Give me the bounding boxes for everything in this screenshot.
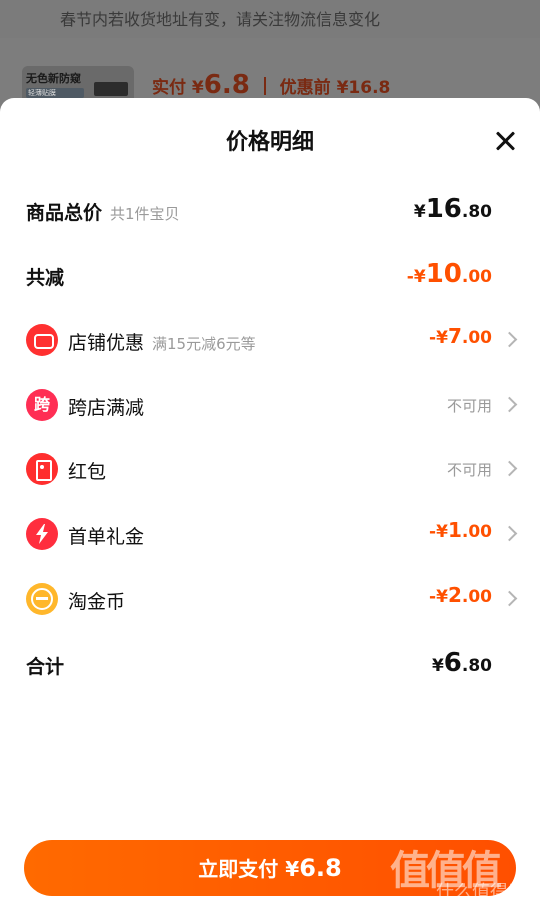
amount-integer: 2 <box>447 583 462 607</box>
taobao-coin-amount: -¥2.00 <box>429 583 492 607</box>
chevron-right-icon <box>501 590 518 607</box>
red-packet-name: 红包 <box>68 461 107 483</box>
close-icon[interactable] <box>492 128 518 154</box>
red-packet-status: 不可用 <box>446 461 492 479</box>
thumbnail-title: 无色新防窥 <box>26 72 81 85</box>
amount-decimal: .00 <box>461 267 492 287</box>
pay-currency: ¥ <box>285 857 300 881</box>
sheet-title: 价格明细 <box>225 130 314 155</box>
red-packet-row[interactable]: 红包 不可用 <box>0 443 540 499</box>
taobao-coin-name: 淘金币 <box>68 591 126 613</box>
logistics-notice-text: 春节内若收货地址有变，请关注物流信息变化 <box>60 10 381 29</box>
background-price: 实付 ¥6.8 优惠前 ¥16.8 <box>152 70 390 100</box>
amount-integer: 1 <box>447 518 462 542</box>
goods-total-amount: ¥16.80 <box>414 194 492 224</box>
currency-symbol: ¥ <box>436 587 448 607</box>
shop-discount-amount: -¥7.00 <box>429 324 492 348</box>
coin-icon <box>26 583 58 615</box>
amount-decimal: .80 <box>461 656 492 676</box>
currency-symbol: ¥ <box>431 656 444 676</box>
paid-value: 6.8 <box>203 70 250 100</box>
currency-symbol: ¥ <box>413 267 426 287</box>
currency-symbol: ¥ <box>436 522 448 542</box>
amount-integer: 16 <box>425 194 462 224</box>
paid-currency: ¥ <box>191 78 204 98</box>
red-packet-icon <box>26 453 58 485</box>
grand-total-row: 合计 ¥6.80 <box>0 640 540 690</box>
pay-label: 立即支付 <box>198 857 279 881</box>
first-order-gift-row[interactable]: 首单礼金 -¥1.00 <box>0 508 540 564</box>
currency-symbol: ¥ <box>436 328 448 348</box>
grand-total-label: 合计 <box>26 656 65 678</box>
pay-now-button[interactable]: 立即支付 ¥6.8 <box>24 840 516 896</box>
minus-sign: - <box>406 267 414 287</box>
total-discount-label: 共减 <box>26 267 65 289</box>
first-order-gift-amount: -¥1.00 <box>429 518 492 542</box>
cross-store-status: 不可用 <box>446 397 492 415</box>
chevron-right-icon <box>501 396 518 413</box>
cross-store-icon: 跨 <box>26 389 58 421</box>
goods-total-text: 商品总价 <box>26 202 103 224</box>
shop-discount-name: 店铺优惠 满15元减6元等 <box>68 328 256 355</box>
total-discount-row: 共减 -¥10.00 <box>0 251 540 301</box>
amount-decimal: .80 <box>461 202 492 222</box>
chevron-right-icon <box>501 460 518 477</box>
shop-icon <box>26 324 58 356</box>
currency-symbol: ¥ <box>413 202 426 222</box>
chevron-right-icon <box>501 331 518 348</box>
chevron-right-icon <box>501 525 518 542</box>
amount-decimal: .00 <box>461 328 492 348</box>
total-discount-amount: -¥10.00 <box>407 259 492 289</box>
logistics-notice: 春节内若收货地址有变，请关注物流信息变化 <box>0 0 540 38</box>
cross-store-discount-row[interactable]: 跨 跨店满减 不可用 <box>0 379 540 435</box>
first-order-gift-name: 首单礼金 <box>68 526 145 548</box>
paid-label: 实付 <box>152 78 186 98</box>
grand-total-amount: ¥6.80 <box>432 648 492 678</box>
amount-integer: 6 <box>443 648 462 678</box>
item-label: 店铺优惠 <box>68 332 145 354</box>
amount-decimal: .00 <box>461 522 492 542</box>
amount-integer: 7 <box>447 324 462 348</box>
thumbnail-subtitle: 轻薄贴膜 <box>26 88 84 98</box>
taobao-coin-row[interactable]: 淘金币 -¥2.00 <box>0 573 540 629</box>
original-value: ¥16.8 <box>336 78 391 98</box>
cross-store-name: 跨店满减 <box>68 397 145 419</box>
item-hint: 满15元减6元等 <box>152 335 256 353</box>
amount-integer: 10 <box>425 259 462 289</box>
price-detail-sheet: 价格明细 商品总价 共1件宝贝 ¥16.80 共减 -¥10.00 店铺优惠 满15… <box>0 98 540 920</box>
price-divider <box>263 77 266 95</box>
goods-total-label: 商品总价 共1件宝贝 <box>26 198 180 225</box>
lightning-icon <box>26 518 58 550</box>
thumbnail-device <box>94 82 128 96</box>
goods-total-row: 商品总价 共1件宝贝 ¥16.80 <box>0 186 540 236</box>
pay-amount: 6.8 <box>299 854 342 882</box>
shop-discount-row[interactable]: 店铺优惠 满15元减6元等 -¥7.00 <box>0 314 540 370</box>
amount-decimal: .00 <box>461 587 492 607</box>
original-label: 优惠前 <box>279 78 331 98</box>
goods-count: 共1件宝贝 <box>110 205 180 223</box>
